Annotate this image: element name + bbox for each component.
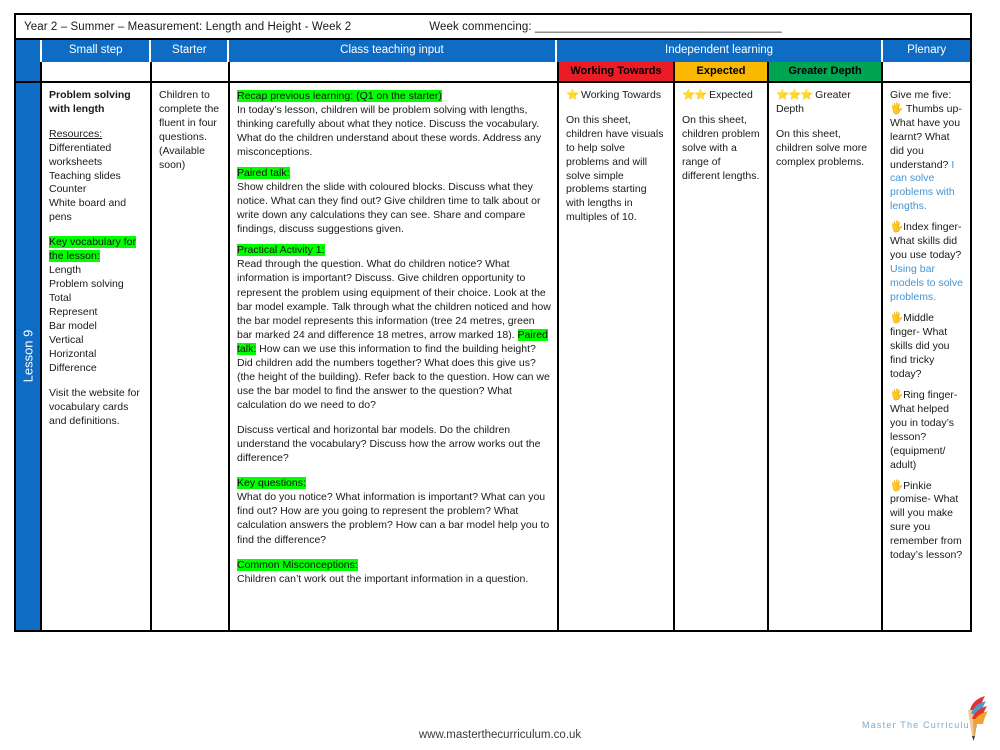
vocab-item: Problem solving xyxy=(49,278,124,291)
header-starter: Starter xyxy=(151,40,230,62)
plenary-item: 🖐Pinkie promise- What will you make sure… xyxy=(890,480,964,564)
hand-icon: 🖐 xyxy=(890,312,904,325)
star-icon: ⭐⭐ xyxy=(682,88,707,101)
vocab-item: Difference xyxy=(49,361,97,374)
resource-item: Teaching slides xyxy=(49,169,121,182)
page-title: Year 2 – Summer – Measurement: Length an… xyxy=(24,20,352,33)
vocab-item: Length xyxy=(49,264,82,277)
resources-label: Resources: xyxy=(49,127,103,140)
key-questions-text: What do you notice? What information is … xyxy=(237,491,550,546)
subheader-spacer-starter xyxy=(152,61,230,83)
cell-plenary: Give me five: 🖐 Thumbs up- What have you… xyxy=(883,83,970,630)
vocabulary-website-note: Visit the website for vocabulary cards a… xyxy=(49,386,140,427)
greater-depth-text: On this sheet, children solve more compl… xyxy=(776,127,868,168)
plenary-question: Ring finger- What helped you in today’s … xyxy=(890,388,958,471)
practical-activity-label: Practical Activity 1: xyxy=(237,244,325,257)
discuss-bar-models-text: Discuss vertical and horizontal bar mode… xyxy=(237,424,541,465)
hand-icon: 🖐 xyxy=(890,102,904,115)
plenary-item: 🖐Middle finger- What skills did you find… xyxy=(890,312,964,382)
cell-working-towards: ⭐ Working Towards On this sheet, childre… xyxy=(559,82,675,630)
week-commencing-field: Week commencing: _______________________… xyxy=(429,20,782,33)
misconceptions-label: Common Misconceptions: xyxy=(237,558,358,571)
subheader-spacer-spine xyxy=(16,61,42,83)
practical-activity-text: Read through the question. What do child… xyxy=(237,257,551,412)
lesson-number-spine: Lesson 9 xyxy=(16,82,42,630)
hand-icon: 🖐 xyxy=(890,221,904,234)
plenary-intro: Give me five: xyxy=(890,88,952,101)
vocab-item: Horizontal xyxy=(49,347,97,360)
cell-small-step: Problem solving with length Resources: D… xyxy=(42,82,152,630)
plenary-item: 🖐Index finger- What skills did you use t… xyxy=(890,221,964,305)
cell-starter: Children to complete the fluent in four … xyxy=(152,82,230,630)
key-vocabulary-label: Key vocabulary for the lesson: xyxy=(49,236,136,263)
column-group-header-row: Small step Starter Class teaching input … xyxy=(16,40,970,62)
vocab-item: Total xyxy=(49,292,72,305)
star-icon: ⭐⭐⭐ xyxy=(776,88,813,101)
column-subheader-row: Working Towards Expected Greater Depth xyxy=(16,61,970,83)
cell-class-teaching-input: Recap previous learning: (Q1 on the star… xyxy=(230,82,559,630)
practical-text-part1: Read through the question. What do child… xyxy=(237,258,551,341)
vocab-item: Vertical xyxy=(49,333,84,346)
header-independent-learning: Independent learning xyxy=(557,40,884,62)
practical-text-part2: How can we use this information to find … xyxy=(237,342,550,412)
working-towards-text: On this sheet, children have visuals to … xyxy=(566,113,664,224)
key-questions-label: Key questions: xyxy=(237,477,306,490)
star-icon: ⭐ xyxy=(566,88,579,101)
recap-label: Recap previous learning: (Q1 on the star… xyxy=(237,89,442,102)
pencil-icon xyxy=(954,696,990,747)
cell-greater-depth: ⭐⭐⭐ Greater Depth On this sheet, childre… xyxy=(769,82,883,630)
subheader-working-towards: Working Towards xyxy=(559,61,675,83)
subheader-spacer-small-step xyxy=(42,61,152,83)
paired-talk-label: Paired talk: xyxy=(237,167,290,180)
header-class-teaching-input: Class teaching input xyxy=(229,40,557,62)
paired-talk-text: Show children the slide with coloured bl… xyxy=(237,181,541,236)
header-plenary: Plenary xyxy=(907,44,947,56)
lesson-number-label: Lesson 9 xyxy=(20,329,36,383)
header-small-step: Small step xyxy=(42,40,152,62)
recap-text: In today’s lesson, children will be prob… xyxy=(237,103,542,158)
header-spacer xyxy=(16,40,42,62)
vocab-item: Bar model xyxy=(49,320,97,333)
starter-text: Children to complete the fluent in four … xyxy=(159,88,220,171)
subheader-spacer-plenary xyxy=(883,61,970,83)
small-step-heading: Problem solving with length xyxy=(49,88,131,115)
lesson-plan-table: Year 2 – Summer – Measurement: Length an… xyxy=(14,13,972,632)
subheader-spacer-class xyxy=(230,61,559,83)
expected-text: On this sheet, children problem solve wi… xyxy=(682,113,760,182)
footer-website-url: www.masterthecurriculum.co.uk xyxy=(418,729,582,741)
hand-icon: 🖐 xyxy=(890,388,904,401)
plenary-item: 🖐Ring finger- What helped you in today’s… xyxy=(890,389,964,473)
working-towards-star-label: Working Towards xyxy=(581,88,662,101)
subheader-expected: Expected xyxy=(675,61,769,83)
misconceptions-text: Children can’t work out the important in… xyxy=(237,572,529,585)
subheader-greater-depth: Greater Depth xyxy=(769,61,883,83)
vocab-item: Represent xyxy=(49,306,98,319)
plenary-item: 🖐 Thumbs up- What have you learnt? What … xyxy=(890,103,964,215)
hand-icon: 🖐 xyxy=(890,479,904,492)
expected-star-line: ⭐⭐ Expected xyxy=(682,89,761,103)
greater-depth-star-line: ⭐⭐⭐ Greater Depth xyxy=(776,89,875,117)
resource-item: White board and pens xyxy=(49,197,127,224)
document-title-bar: Year 2 – Summer – Measurement: Length an… xyxy=(16,15,970,40)
cell-expected: ⭐⭐ Expected On this sheet, children prob… xyxy=(675,82,769,630)
lesson-row: Lesson 9 Problem solving with length Res… xyxy=(16,82,970,630)
resource-item: Differentiated worksheets xyxy=(49,141,112,168)
resource-item: Counter xyxy=(49,183,87,196)
plenary-answer: Using bar models to solve problems. xyxy=(890,263,963,304)
working-towards-star-line: ⭐ Working Towards xyxy=(566,89,667,103)
expected-star-label: Expected xyxy=(709,88,753,101)
brand-logo: Master The Curriculum xyxy=(862,696,990,744)
